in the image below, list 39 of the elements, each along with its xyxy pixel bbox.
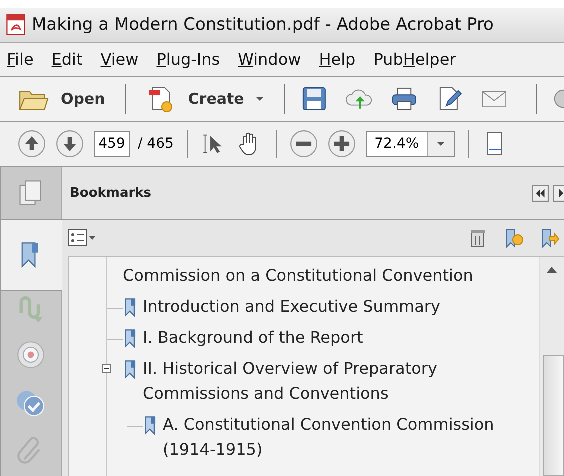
- bookmark-item[interactable]: I. Background of the Report: [143, 325, 364, 350]
- menu-item[interactable]: Plug-Ins: [156, 50, 220, 69]
- open-button[interactable]: Open: [15, 85, 110, 113]
- menu-item[interactable]: File: [7, 50, 34, 69]
- bookmark-item[interactable]: Introduction and Executive Summary: [143, 294, 440, 319]
- collapse-toggle-icon[interactable]: [102, 364, 111, 373]
- menu-item[interactable]: Window: [238, 50, 302, 69]
- options-menu-icon[interactable]: [68, 228, 98, 248]
- bookmark-arrow-icon[interactable]: [540, 228, 560, 248]
- menu-item[interactable]: PubHelper: [374, 50, 456, 69]
- create-button[interactable]: Create: [142, 85, 268, 113]
- trash-icon[interactable]: [468, 228, 488, 248]
- scrollbar[interactable]: [539, 257, 564, 476]
- menu-item[interactable]: Edit: [52, 50, 83, 69]
- collapse-panel-icon[interactable]: [532, 184, 549, 202]
- save-icon[interactable]: [301, 86, 328, 112]
- bookmark-icon: [123, 328, 137, 348]
- page-count: / 465: [138, 136, 174, 152]
- caret-icon: [256, 97, 264, 101]
- bookmark-icon: [123, 359, 137, 379]
- bookmark-icon: [143, 415, 157, 435]
- page-number-field[interactable]: 459: [94, 131, 130, 157]
- new-bookmark-icon[interactable]: [504, 228, 524, 248]
- menu-item[interactable]: View: [100, 50, 139, 69]
- check-badge-icon[interactable]: [16, 388, 46, 418]
- zoom-dropdown[interactable]: 72.4%: [366, 131, 455, 157]
- panel-title: Bookmarks: [70, 186, 153, 200]
- zoom-in-icon[interactable]: [328, 130, 356, 158]
- bookmark-item[interactable]: Commission on a Constitutional Convention: [123, 263, 474, 288]
- zoom-out-icon[interactable]: [290, 130, 318, 158]
- next-page-icon[interactable]: [56, 130, 84, 158]
- menu-item[interactable]: Help: [319, 50, 356, 69]
- previous-page-icon[interactable]: [18, 130, 46, 158]
- bookmark-item[interactable]: II. Historical Overview of Preparatory Commissions and Conventions: [143, 356, 539, 406]
- pdf-file-icon: [6, 14, 26, 36]
- window-title: Making a Modern Constitution.pdf - Adobe Acrobat Pro: [32, 15, 494, 35]
- printer-icon[interactable]: [390, 86, 418, 112]
- bookmark-item[interactable]: A. Constitutional Convention Commission (1914-1915): [163, 412, 539, 462]
- bookmark-icon: [123, 297, 137, 317]
